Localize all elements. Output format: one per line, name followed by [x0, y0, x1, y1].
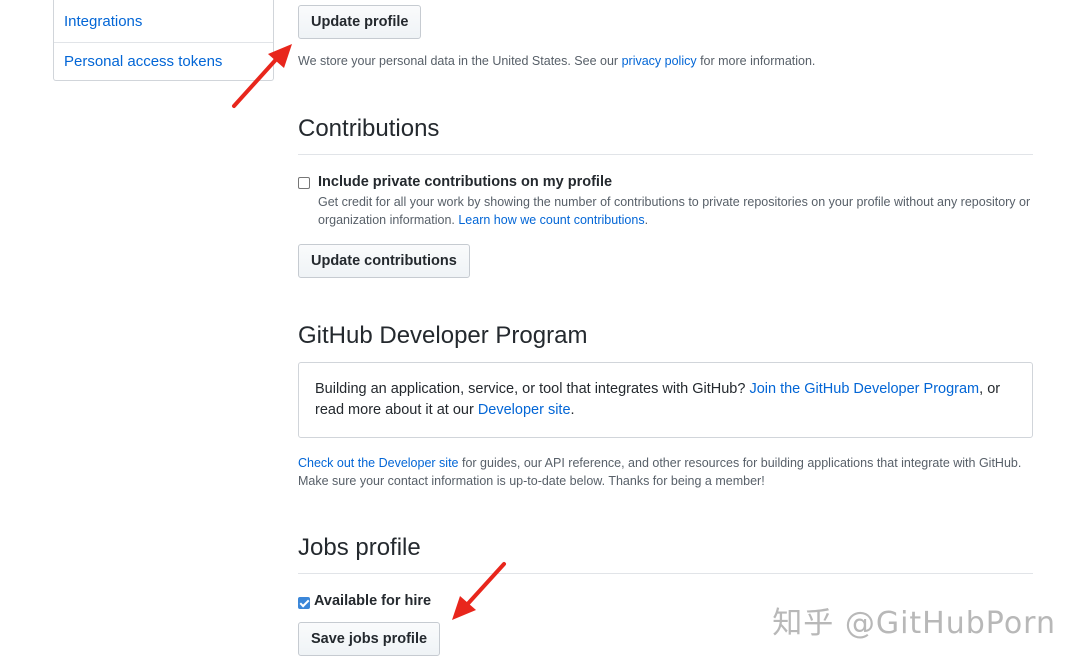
- description-line-1: Get credit for all your work by showing …: [318, 195, 1031, 209]
- private-contributions-description: Get credit for all your work by showing …: [318, 193, 1033, 229]
- jobs-profile-heading: Jobs profile: [298, 534, 1033, 574]
- developer-box-text-3: read more about it at our: [315, 402, 478, 418]
- developer-note-line-1: Check out the Developer site for guides,…: [298, 454, 1033, 472]
- developer-box-text-2: , or: [979, 381, 1001, 397]
- developer-box-line-1: Building an application, service, or too…: [315, 379, 1016, 400]
- save-jobs-profile-button[interactable]: Save jobs profile: [298, 622, 441, 656]
- developer-note-text: for guides, our API reference, and other…: [458, 456, 1022, 470]
- private-contributions-label: Include private contributions on my prof…: [318, 174, 613, 190]
- developer-program-heading: GitHub Developer Program: [298, 322, 588, 349]
- check-out-developer-site-link[interactable]: Check out the Developer site: [298, 456, 459, 470]
- annotation-arrow-icon: [232, 44, 292, 108]
- sidebar-item-integrations[interactable]: Integrations: [54, 0, 273, 42]
- privacy-note: We store your personal data in the Unite…: [298, 54, 815, 68]
- description-line-2-end: .: [644, 213, 649, 227]
- privacy-policy-link[interactable]: privacy policy: [622, 54, 697, 68]
- learn-contributions-link[interactable]: Learn how we count contributions: [458, 213, 644, 227]
- developer-box-text: Building an application, service, or too…: [315, 381, 750, 397]
- join-developer-program-link[interactable]: Join the GitHub Developer Program: [749, 381, 979, 397]
- available-for-hire-label: Available for hire: [314, 593, 432, 609]
- developer-site-link[interactable]: Developer site: [478, 402, 571, 418]
- developer-note-line-2: Make sure your contact information is up…: [298, 474, 765, 488]
- update-profile-button[interactable]: Update profile: [298, 5, 422, 39]
- update-contributions-button[interactable]: Update contributions: [298, 244, 470, 278]
- developer-program-box: Building an application, service, or too…: [298, 362, 1033, 438]
- developer-box-line-2: read more about it at our Developer site…: [315, 400, 1016, 421]
- settings-page: Integrations Personal access tokens Upda…: [0, 0, 1086, 662]
- contributions-heading: Contributions: [298, 115, 1033, 155]
- description-line-2: organization information. Learn how we c…: [318, 211, 1033, 229]
- annotation-arrow-icon: [452, 562, 506, 620]
- privacy-note-text-end: for more information.: [696, 54, 816, 68]
- watermark: 知乎 @GitHubPorn: [772, 606, 1056, 641]
- developer-program-note: Check out the Developer site for guides,…: [298, 454, 1033, 490]
- description-line-2-text: organization information.: [318, 213, 459, 227]
- available-for-hire-checkbox[interactable]: [298, 597, 310, 609]
- private-contributions-checkbox[interactable]: [298, 177, 310, 189]
- privacy-note-text: We store your personal data in the Unite…: [298, 54, 622, 68]
- developer-box-text-4: .: [570, 402, 575, 418]
